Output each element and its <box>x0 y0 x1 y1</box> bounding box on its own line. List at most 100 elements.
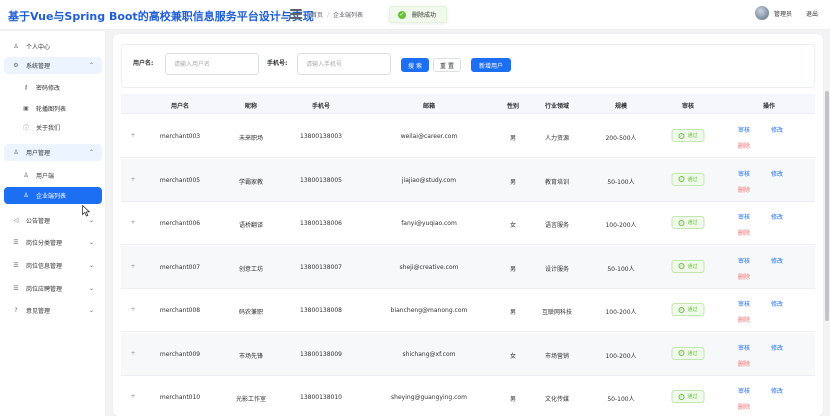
expand-row-icon[interactable]: + <box>130 393 135 400</box>
sidebar-item-job-applications[interactable]: ☰ 岗位应聘管理 ⌄ <box>4 280 102 297</box>
list-icon: ☰ <box>13 239 19 246</box>
check-circle-icon: ✓ <box>678 350 685 356</box>
sidebar-item-label: 个人中心 <box>26 44 51 51</box>
chevron-down-icon: ⌄ <box>88 262 94 269</box>
edit-button[interactable]: 修改 <box>771 212 783 221</box>
expand-row-icon[interactable]: + <box>130 350 135 357</box>
sidebar-item-label: 系统管理 <box>26 63 51 70</box>
cell-email: weilai@career.com <box>400 133 458 140</box>
cell-industry: 人力资源 <box>544 135 570 142</box>
avatar[interactable] <box>754 6 769 20</box>
sidebar-item-feedback[interactable]: ? 意见管理 ⌄ <box>4 302 102 319</box>
table-row: + merchant008 码农兼职 13800138008 biancheng@man… <box>121 289 815 332</box>
delete-button[interactable]: 删除 <box>738 228 750 237</box>
expand-row-icon[interactable]: + <box>130 306 135 313</box>
cell-phone: 13800138005 <box>300 176 342 184</box>
review-button[interactable]: 审核 <box>738 386 750 395</box>
cell-scale: 50-100人 <box>607 265 635 273</box>
sidebar-item-label: 密码修改 <box>36 85 61 92</box>
expand-row-icon[interactable]: + <box>130 219 135 226</box>
sidebar-item-user-management[interactable]: ♙ 用户管理 ⌃ <box>4 144 102 161</box>
breadcrumb-home[interactable]: 首页 <box>311 12 323 19</box>
edit-button[interactable]: 修改 <box>771 386 783 395</box>
search-button[interactable]: 搜 索 <box>401 58 429 72</box>
status-badge: ✓ 通过 <box>671 172 705 186</box>
sidebar-item-carousel[interactable]: ▣ 轮播图列表 <box>4 100 102 117</box>
edit-button[interactable]: 修改 <box>771 343 783 352</box>
delete-button[interactable]: 删除 <box>738 359 750 368</box>
cell-scale: 50-100人 <box>607 178 635 186</box>
review-button[interactable]: 审核 <box>738 343 750 352</box>
delete-button[interactable]: 删除 <box>738 315 750 324</box>
review-button[interactable]: 审核 <box>738 169 750 178</box>
user-icon: ♙ <box>13 43 19 50</box>
col-username: 用户名 <box>170 103 190 110</box>
info-icon: ⓘ <box>22 125 29 132</box>
status-label: 通过 <box>687 220 698 226</box>
cell-industry: 教育培训 <box>544 178 570 186</box>
phone-search-input[interactable] <box>297 53 391 75</box>
review-button[interactable]: 审核 <box>738 256 750 265</box>
cell-username: merchant003 <box>159 133 201 140</box>
sidebar-item-label: 岗位应聘管理 <box>26 286 63 293</box>
top-header: 基于Vue与Spring Boot的高校兼职信息服务平台设计与实现 首页 / 企业端… <box>0 0 830 30</box>
user-name[interactable]: 管理员 <box>774 9 792 18</box>
sidebar-item-job-info[interactable]: ☰ 岗位信息管理 ⌄ <box>4 257 102 274</box>
sidebar-item-profile[interactable]: ♙ 个人中心 <box>4 38 102 55</box>
menu-toggle-icon[interactable] <box>290 9 302 19</box>
sidebar-item-label: 公告管理 <box>26 218 51 225</box>
success-toast: ✓ 删除成功 <box>389 6 448 23</box>
edit-button[interactable]: 修改 <box>771 125 783 134</box>
reset-button[interactable]: 重 置 <box>433 58 461 72</box>
table-row: + merchant006 语桥翻译 13800138006 fanyi@yuqiao.… <box>121 202 815 245</box>
user-area: 管理员 退出 <box>754 6 818 20</box>
delete-button[interactable]: 删除 <box>738 141 750 150</box>
question-icon: ? <box>14 307 18 314</box>
expand-row-icon[interactable]: + <box>130 176 135 183</box>
speaker-icon: ◁ <box>13 217 19 224</box>
scrollbar-thumb[interactable] <box>825 91 829 321</box>
cell-phone: 13800138007 <box>300 263 342 271</box>
edit-button[interactable]: 修改 <box>771 299 783 308</box>
col-industry: 行业领域 <box>544 103 570 110</box>
expand-row-icon[interactable]: + <box>130 132 135 139</box>
sidebar-item-about[interactable]: ⓘ 关于我们 <box>4 119 102 136</box>
status-badge: ✓ 通过 <box>671 303 705 316</box>
username-search-input[interactable] <box>165 53 259 75</box>
delete-button[interactable]: 删除 <box>738 272 750 281</box>
sidebar-item-system[interactable]: ⚙ 系统管理 ⌃ <box>4 57 102 74</box>
sidebar-item-user-side[interactable]: ♙ 用户端 <box>4 167 102 184</box>
cell-nickname: 创意工坊 <box>238 265 264 273</box>
expand-row-icon[interactable]: + <box>130 263 135 270</box>
review-button[interactable]: 审核 <box>738 212 750 221</box>
add-user-button[interactable]: 新增用户 <box>471 58 511 72</box>
cell-scale: 100-200人 <box>605 352 637 360</box>
cell-email: biancheng@manong.com <box>390 307 468 314</box>
cell-nickname: 市场先锋 <box>238 352 264 360</box>
cell-email: jiajiao@study.com <box>401 176 457 184</box>
cell-gender: 男 <box>509 135 517 142</box>
delete-button[interactable]: 删除 <box>738 185 750 194</box>
sidebar-item-label: 关于我们 <box>36 125 61 132</box>
status-label: 通过 <box>687 350 698 357</box>
edit-button[interactable]: 修改 <box>771 256 783 265</box>
status-label: 通过 <box>687 307 698 313</box>
cell-gender: 女 <box>509 352 517 360</box>
cell-username: merchant008 <box>159 307 201 314</box>
review-button[interactable]: 审核 <box>738 299 750 308</box>
app-title: 基于Vue与Spring Boot的高校兼职信息服务平台设计与实现 <box>8 10 314 23</box>
table-row: + merchant003 未来职场 13800138003 weilai@career… <box>121 115 815 158</box>
review-button[interactable]: 审核 <box>738 125 750 134</box>
main-panel: 用户名: 手机号: 搜 索 重 置 新增用户 用户名 昵称 手机号 邮箱 性别 … <box>113 34 823 416</box>
list-icon: ☰ <box>13 262 19 269</box>
sidebar-item-label: 企业端列表 <box>36 193 67 200</box>
breadcrumb: 首页 / 企业端列表 <box>311 12 364 19</box>
search-bar: 用户名: 手机号: 搜 索 重 置 新增用户 <box>121 44 815 88</box>
sidebar-item-enterprise-list[interactable]: ♙ 企业端列表 <box>4 187 102 204</box>
sidebar-item-job-categories[interactable]: ☰ 岗位分类管理 ⌄ <box>4 234 102 251</box>
edit-button[interactable]: 修改 <box>771 169 783 178</box>
page-scrollbar[interactable] <box>824 31 830 416</box>
sidebar-item-password[interactable]: ⚷ 密码修改 <box>4 79 102 96</box>
logout-link[interactable]: 退出 <box>806 9 818 18</box>
delete-button[interactable]: 删除 <box>738 402 750 411</box>
